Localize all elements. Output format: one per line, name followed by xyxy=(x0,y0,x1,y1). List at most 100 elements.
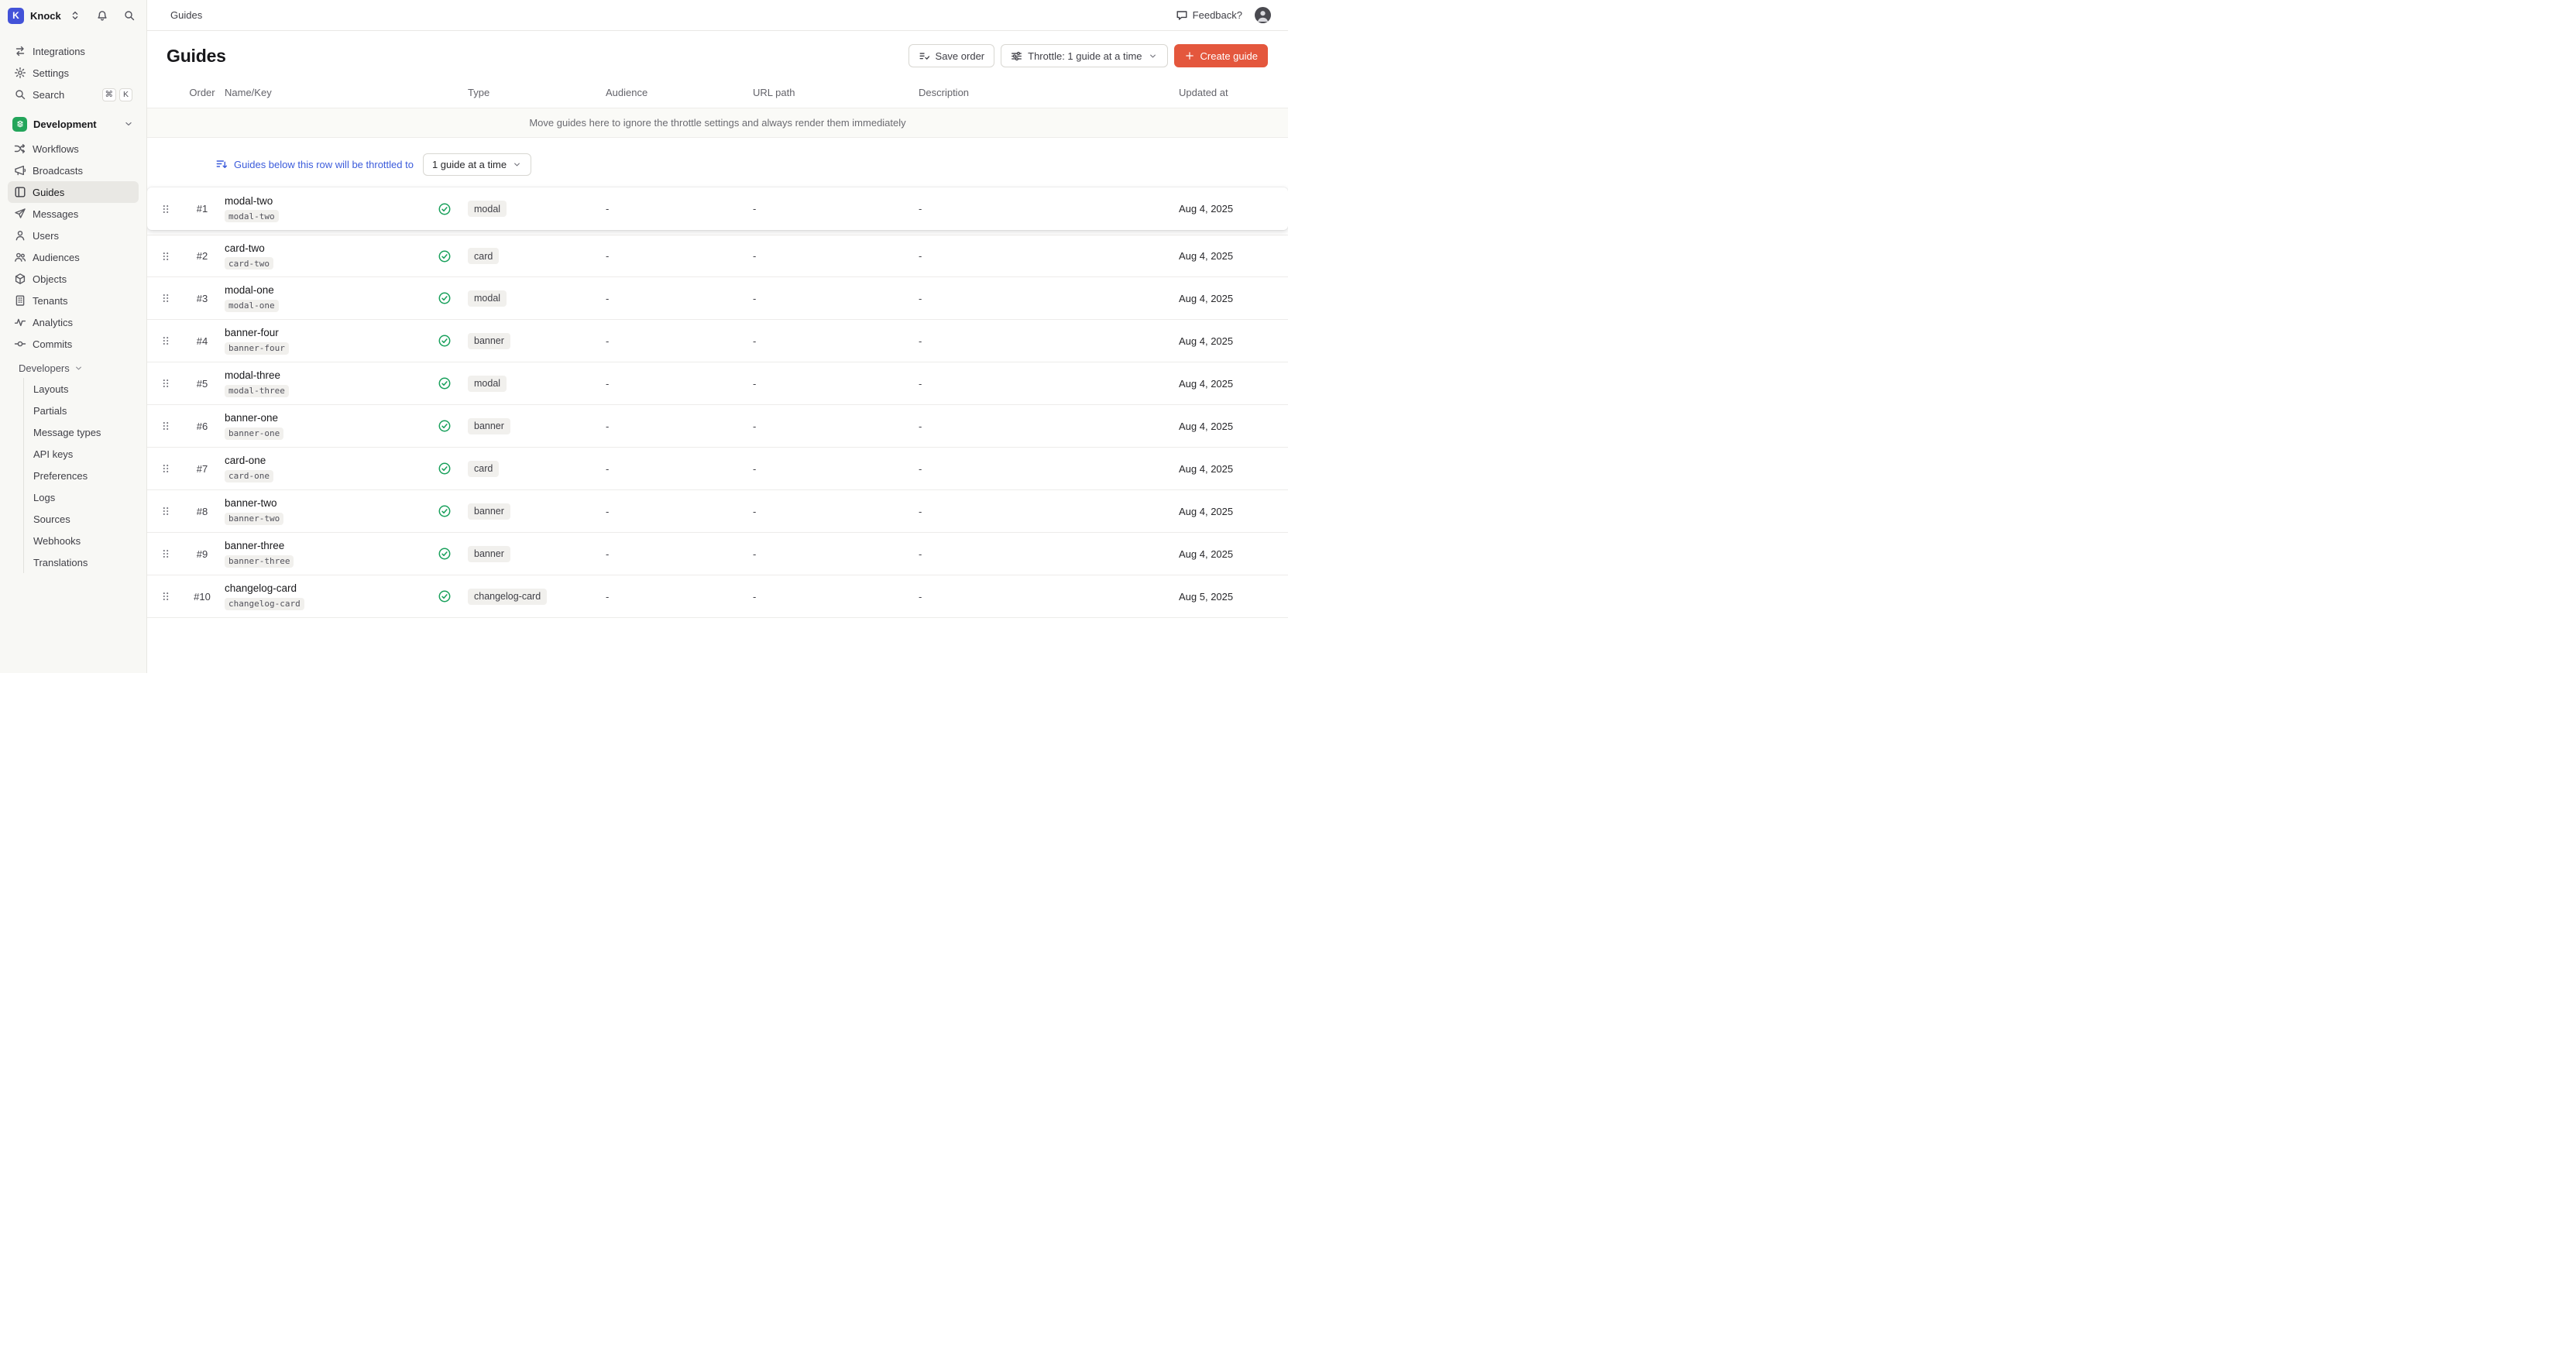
sidebar-item-logs[interactable]: Logs xyxy=(24,486,139,508)
guide-row[interactable]: #7 card-one card-one card - - - Aug 4, 2… xyxy=(147,448,1288,490)
guide-status xyxy=(431,202,459,216)
sidebar-item-analytics[interactable]: Analytics xyxy=(8,311,139,333)
drag-handle-icon[interactable] xyxy=(147,591,184,602)
sidebar-env-nav: Workflows Broadcasts Guides Messages xyxy=(8,138,139,355)
guide-url-path: - xyxy=(753,463,919,475)
sidebar-item-guides[interactable]: Guides xyxy=(8,181,139,203)
guide-row[interactable]: #4 banner-four banner-four banner - - - … xyxy=(147,320,1288,362)
sidebar-item-broadcasts[interactable]: Broadcasts xyxy=(8,160,139,181)
guide-url-path: - xyxy=(753,421,919,432)
guide-row[interactable]: #3 modal-one modal-one modal - - - Aug 4… xyxy=(147,277,1288,320)
search-icon[interactable] xyxy=(123,9,136,22)
guide-key: card-one xyxy=(225,470,273,482)
save-order-button[interactable]: Save order xyxy=(908,44,995,67)
drag-handle-icon[interactable] xyxy=(147,293,184,304)
throttle-sort-icon xyxy=(215,158,228,170)
guides-icon xyxy=(14,186,26,198)
column-updated-at: Updated at xyxy=(1166,87,1288,98)
main-content: Guides Save order Throttle: 1 guide at a… xyxy=(147,31,1288,673)
guide-row[interactable]: #10 changelog-card changelog-card change… xyxy=(147,575,1288,618)
throttle-button-label: Throttle: 1 guide at a time xyxy=(1028,50,1142,62)
developers-section-toggle[interactable]: Developers xyxy=(8,358,139,378)
drag-handle-icon[interactable] xyxy=(147,378,184,389)
guide-row[interactable]: #5 modal-three modal-three modal - - - A… xyxy=(147,362,1288,405)
chevron-down-icon xyxy=(512,160,522,170)
sidebar-item-tenants[interactable]: Tenants xyxy=(8,290,139,311)
sidebar-item-integrations[interactable]: Integrations xyxy=(8,40,139,62)
sidebar-item-audiences[interactable]: Audiences xyxy=(8,246,139,268)
guide-row[interactable]: #9 banner-three banner-three banner - - … xyxy=(147,533,1288,575)
sidebar-item-webhooks[interactable]: Webhooks xyxy=(24,530,139,551)
sidebar-item-label: Workflows xyxy=(33,143,79,155)
guide-row[interactable]: #1 modal-two modal-two modal - - - Aug 4… xyxy=(147,187,1288,230)
drag-handle-icon[interactable] xyxy=(147,335,184,346)
sidebar-item-search[interactable]: Search ⌘ K xyxy=(8,84,139,105)
guide-audience: - xyxy=(606,250,753,262)
sidebar-item-partials[interactable]: Partials xyxy=(24,400,139,421)
guide-url-path: - xyxy=(753,293,919,304)
sidebar-item-workflows[interactable]: Workflows xyxy=(8,138,139,160)
throttle-divider-label[interactable]: Guides below this row will be throttled … xyxy=(234,159,414,170)
pulse-icon xyxy=(14,316,26,328)
unthrottled-drop-zone[interactable]: Move guides here to ignore the throttle … xyxy=(147,108,1288,138)
people-icon xyxy=(14,251,26,263)
sidebar-item-commits[interactable]: Commits xyxy=(8,333,139,355)
create-guide-button[interactable]: Create guide xyxy=(1174,44,1268,67)
user-avatar[interactable] xyxy=(1255,7,1271,23)
sidebar-item-users[interactable]: Users xyxy=(8,225,139,246)
drag-handle-icon[interactable] xyxy=(147,463,184,474)
status-check-icon xyxy=(438,334,452,348)
sidebar-item-api-keys[interactable]: API keys xyxy=(24,443,139,465)
guide-name-key: banner-two banner-two xyxy=(220,497,431,525)
guide-status xyxy=(431,547,459,561)
drag-handle-icon[interactable] xyxy=(147,506,184,517)
guide-url-path: - xyxy=(753,548,919,560)
guide-type: modal xyxy=(459,290,606,307)
workspace-topbar: K Knock xyxy=(0,0,147,31)
guide-order: #9 xyxy=(184,548,220,560)
sidebar-item-objects[interactable]: Objects xyxy=(8,268,139,290)
page-header: Guides Save order Throttle: 1 guide at a… xyxy=(147,31,1288,77)
guide-name-key: banner-one banner-one xyxy=(220,412,431,440)
guide-updated-at: Aug 4, 2025 xyxy=(1166,506,1288,517)
create-guide-label: Create guide xyxy=(1200,50,1258,62)
breadcrumb[interactable]: Guides xyxy=(170,9,202,21)
drag-handle-icon[interactable] xyxy=(147,204,184,215)
sidebar-item-layouts[interactable]: Layouts xyxy=(24,378,139,400)
sidebar-item-label: Commits xyxy=(33,338,72,350)
sidebar-item-message-types[interactable]: Message types xyxy=(24,421,139,443)
environment-switcher[interactable]: Development xyxy=(8,113,139,135)
drag-handle-icon[interactable] xyxy=(147,421,184,431)
guide-description: - xyxy=(919,378,1166,390)
guide-updated-at: Aug 4, 2025 xyxy=(1166,250,1288,262)
sidebar-item-label: Tenants xyxy=(33,295,68,307)
guide-row[interactable]: #6 banner-one banner-one banner - - - Au… xyxy=(147,405,1288,448)
sidebar-item-label: Logs xyxy=(33,492,55,503)
guide-name-key: banner-four banner-four xyxy=(220,327,431,355)
drag-handle-icon[interactable] xyxy=(147,548,184,559)
environment-icon xyxy=(12,117,27,132)
workspace-name[interactable]: Knock xyxy=(30,10,61,22)
guide-order: #7 xyxy=(184,463,220,475)
guide-row[interactable]: #2 card-two card-two card - - - Aug 4, 2… xyxy=(147,235,1288,277)
guide-audience: - xyxy=(606,421,753,432)
guide-audience: - xyxy=(606,335,753,347)
throttle-divider-dropdown[interactable]: 1 guide at a time xyxy=(423,153,531,176)
sidebar-item-preferences[interactable]: Preferences xyxy=(24,465,139,486)
chevron-down-icon xyxy=(1148,51,1158,61)
notifications-bell-icon[interactable] xyxy=(96,9,108,22)
feedback-button[interactable]: Feedback? xyxy=(1176,9,1242,22)
git-commit-icon xyxy=(14,338,26,350)
paper-plane-icon xyxy=(14,208,26,220)
workspace-switcher-icon[interactable] xyxy=(69,9,81,22)
sidebar-main-nav: Integrations Settings Search ⌘ K xyxy=(8,40,139,105)
sidebar-item-translations[interactable]: Translations xyxy=(24,551,139,573)
sidebar-item-messages[interactable]: Messages xyxy=(8,203,139,225)
guide-name: modal-one xyxy=(225,284,431,297)
guide-row[interactable]: #8 banner-two banner-two banner - - - Au… xyxy=(147,490,1288,533)
drag-handle-icon[interactable] xyxy=(147,251,184,262)
sidebar-item-sources[interactable]: Sources xyxy=(24,508,139,530)
chevron-down-icon xyxy=(123,118,134,129)
throttle-dropdown-button[interactable]: Throttle: 1 guide at a time xyxy=(1001,44,1167,67)
sidebar-item-settings[interactable]: Settings xyxy=(8,62,139,84)
